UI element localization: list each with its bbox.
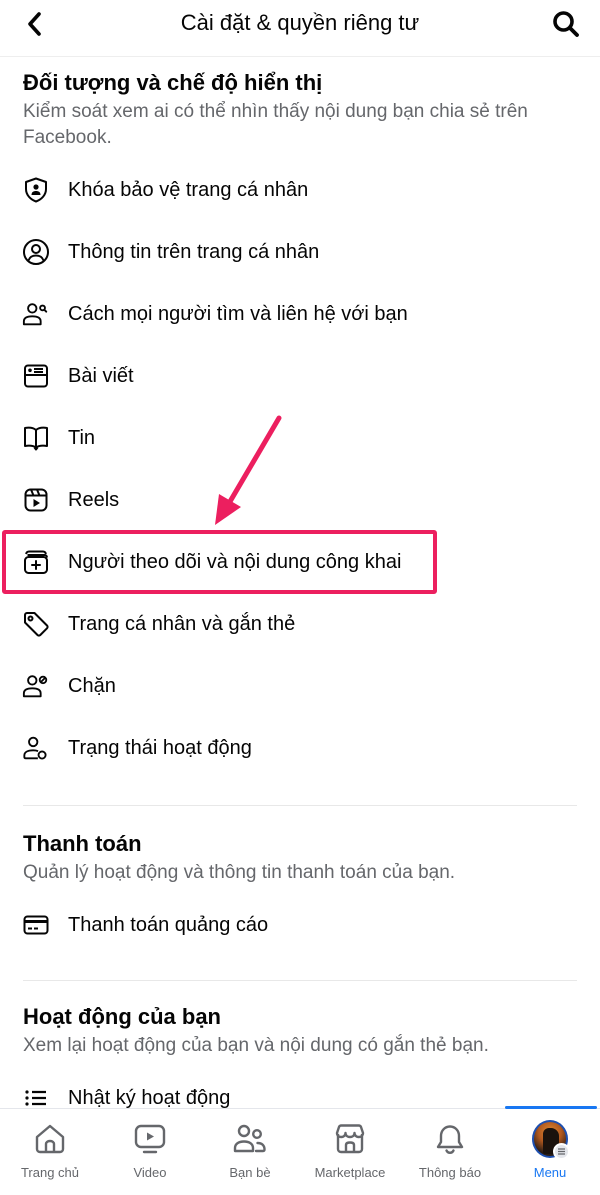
tab-label: Bạn bè xyxy=(229,1165,271,1180)
tab-video[interactable]: Video xyxy=(100,1109,200,1195)
tab-label: Video xyxy=(133,1165,167,1180)
friends-icon xyxy=(232,1121,268,1157)
section-title: Đối tượng và chế độ hiển thị xyxy=(23,70,323,95)
section-title: Hoạt động của bạn xyxy=(23,1004,221,1029)
section-description: Xem lại hoạt động của bạn và nội dung có… xyxy=(23,1035,489,1056)
settings-item-ad-payments[interactable]: Thanh toán quảng cáo xyxy=(0,894,600,956)
settings-item-label: Trang cá nhân và gắn thẻ xyxy=(68,613,296,635)
settings-item-stories[interactable]: Tin xyxy=(0,407,600,469)
tab-friends[interactable]: Bạn bè xyxy=(200,1109,300,1195)
top-bar: Cài đặt & quyền riêng tư xyxy=(0,0,600,52)
person-block-icon xyxy=(22,672,50,700)
settings-item-label: Thanh toán quảng cáo xyxy=(68,914,269,936)
post-icon xyxy=(22,362,50,390)
person-status-icon xyxy=(22,734,50,762)
section-description: Kiểm soát xem ai có thể nhìn thấy nội du… xyxy=(23,101,528,148)
tab-menu[interactable]: Menu xyxy=(500,1109,600,1195)
settings-item-active-status[interactable]: Trạng thái hoạt động xyxy=(0,717,600,779)
settings-item-profile-info[interactable]: Thông tin trên trang cá nhân xyxy=(0,221,600,283)
person-circle-icon xyxy=(22,238,50,266)
search-button[interactable] xyxy=(550,8,582,40)
bottom-tab-bar: Trang chủ Video Bạn bè Marketplace Thông… xyxy=(0,1106,600,1195)
video-icon xyxy=(132,1121,168,1157)
settings-item-label: Khóa bảo vệ trang cá nhân xyxy=(68,179,309,201)
search-icon xyxy=(553,11,579,37)
settings-item-find-contact[interactable]: Cách mọi người tìm và liên hệ với bạn xyxy=(0,283,600,345)
settings-content: Đối tượng và chế độ hiển thị Kiểm soát x… xyxy=(0,57,600,1129)
page-title: Cài đặt & quyền riêng tư xyxy=(180,10,420,35)
settings-item-label: Bài viết xyxy=(68,365,134,387)
tag-icon xyxy=(22,610,50,638)
tab-label: Marketplace xyxy=(314,1165,386,1180)
stack-plus-icon xyxy=(22,548,50,576)
avatar-menu-icon xyxy=(532,1120,570,1160)
tab-marketplace[interactable]: Marketplace xyxy=(300,1109,400,1195)
settings-item-label: Tin xyxy=(68,427,96,449)
marketplace-icon xyxy=(332,1121,368,1157)
section-title: Thanh toán xyxy=(23,831,142,856)
settings-item-label: Thông tin trên trang cá nhân xyxy=(68,241,320,263)
shield-person-icon xyxy=(22,176,50,204)
section-payments: Thanh toán Quản lý hoạt động và thông ti… xyxy=(0,806,600,956)
section-description: Quản lý hoạt động và thông tin thanh toá… xyxy=(23,862,456,883)
section-audience-visibility: Đối tượng và chế độ hiển thị Kiểm soát x… xyxy=(0,57,600,779)
settings-item-label: Reels xyxy=(68,489,120,511)
settings-item-label: Chặn xyxy=(68,675,116,697)
settings-item-label: Người theo dõi và nội dung công khai xyxy=(68,551,402,573)
menu-lines-icon xyxy=(553,1143,570,1160)
tab-notifications[interactable]: Thông báo xyxy=(400,1109,500,1195)
bell-icon xyxy=(432,1121,468,1157)
person-search-icon xyxy=(22,300,50,328)
settings-item-reels[interactable]: Reels xyxy=(0,469,600,531)
settings-item-followers-public-content[interactable]: Người theo dõi và nội dung công khai xyxy=(0,531,600,593)
settings-item-profile-tagging[interactable]: Trang cá nhân và gắn thẻ xyxy=(0,593,600,655)
book-open-icon xyxy=(22,424,50,452)
avatar xyxy=(532,1120,570,1160)
credit-card-icon xyxy=(22,911,50,939)
reels-icon xyxy=(22,486,50,514)
home-icon xyxy=(32,1121,68,1157)
settings-item-profile-lock[interactable]: Khóa bảo vệ trang cá nhân xyxy=(0,159,600,221)
settings-item-blocking[interactable]: Chặn xyxy=(0,655,600,717)
settings-item-label: Trạng thái hoạt động xyxy=(68,737,252,759)
settings-item-posts[interactable]: Bài viết xyxy=(0,345,600,407)
tab-home[interactable]: Trang chủ xyxy=(0,1109,100,1195)
tab-label: Menu xyxy=(533,1165,567,1180)
settings-item-label: Cách mọi người tìm và liên hệ với bạn xyxy=(68,303,408,325)
tab-label: Trang chủ xyxy=(20,1165,80,1180)
tab-label: Thông báo xyxy=(418,1165,482,1180)
